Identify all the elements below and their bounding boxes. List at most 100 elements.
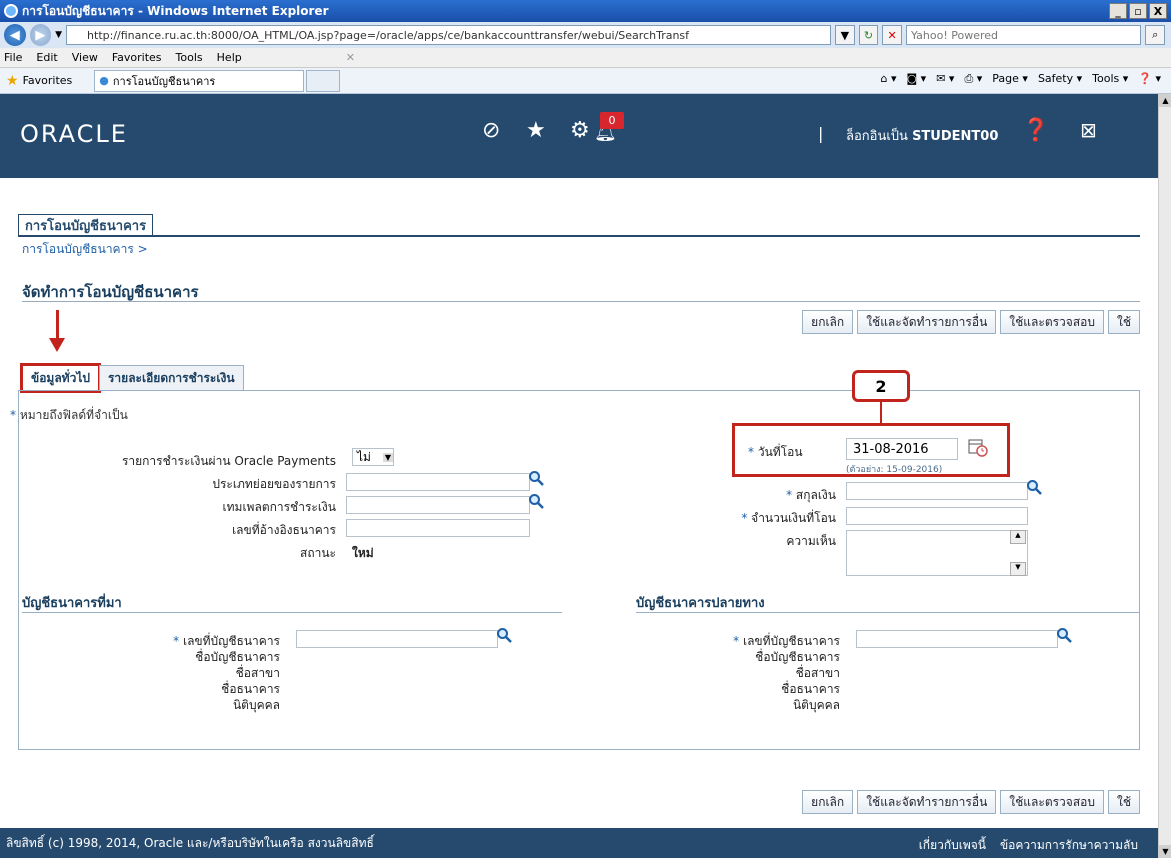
tab-bank-account-transfer[interactable]: การโอนบัญชีธนาคาร [18, 214, 154, 236]
page-menu[interactable]: Page ▾ [992, 72, 1028, 86]
about-page-link[interactable]: เกี่ยวกับเพจนี้ [919, 836, 986, 855]
menu-help[interactable]: Help [217, 51, 242, 64]
notification-badge: 0 [600, 112, 624, 129]
apply-create-another-button[interactable]: ใช้และจัดทำรายการอื่น [857, 310, 997, 334]
currency-label: * สกุลเงิน [730, 486, 836, 505]
dest-account-no-input[interactable] [856, 630, 1058, 648]
minimize-button[interactable]: _ [1109, 3, 1127, 19]
currency-label-text: สกุลเงิน [795, 488, 836, 502]
oracle-payments-select[interactable]: ไม่ ▼ [352, 448, 394, 466]
favorites-button[interactable]: Favorites [23, 74, 73, 87]
back-button[interactable]: ◀ [4, 24, 26, 46]
scroll-down-arrow-icon[interactable]: ▼ [1159, 845, 1171, 858]
url-dropdown-button[interactable]: ▼ [835, 25, 855, 45]
history-dropdown-icon[interactable]: ▼ [55, 30, 62, 40]
source-account-no-input[interactable] [296, 630, 498, 648]
mail-icon[interactable]: ✉ ▾ [936, 72, 954, 86]
menu-view[interactable]: View [72, 51, 98, 64]
tab-general-info[interactable]: ข้อมูลทั่วไป [20, 363, 101, 393]
subtabs: ข้อมูลทั่วไป รายละเอียดการชำระเงิน [20, 363, 244, 393]
amount-input[interactable] [846, 507, 1028, 525]
comment-scrollbar[interactable]: ▲ ▼ [1010, 530, 1026, 576]
template-search-icon[interactable] [528, 493, 544, 509]
menu-edit[interactable]: Edit [36, 51, 57, 64]
apply-validate-button[interactable]: ใช้และตรวจสอบ [1000, 310, 1104, 334]
search-input[interactable]: Yahoo! Powered [905, 25, 1142, 45]
oracle-header: ORACLE ⊘ ★ ⚙ 🔔︎ 0 | ล็อกอินเป็น STUDENT0… [0, 94, 1158, 178]
close-window-button[interactable]: X [1149, 3, 1167, 19]
forward-button[interactable]: ▶ [29, 24, 52, 46]
page-scrollbar[interactable]: ▲ ▼ [1158, 94, 1171, 858]
home-icon[interactable]: ⌂ ▾ [880, 72, 896, 86]
print-icon[interactable]: ⎙ ▾ [964, 72, 982, 86]
required-note-text: หมายถึงฟิลด์ที่จำเป็น [19, 408, 128, 422]
navigator-icon[interactable]: ⊘ [482, 118, 500, 143]
browser-tab[interactable]: ● การโอนบัญชีธนาคาร [94, 69, 305, 92]
subtype-search-icon[interactable] [528, 470, 544, 486]
privacy-link[interactable]: ข้อความการรักษาความลับ [1000, 836, 1138, 855]
help-circle-icon[interactable]: ❓ [1022, 118, 1049, 143]
dest-entity-label: นิติบุคคล [792, 698, 840, 712]
command-bar: ⌂ ▾ ◙ ▾ ✉ ▾ ⎙ ▾ Page ▾ Safety ▾ Tools ▾ … [880, 72, 1161, 86]
transfer-date-hint: (ตัวอย่าง: 15-09-2016) [846, 465, 943, 475]
transfer-date-input[interactable]: 31-08-2016 [846, 438, 958, 460]
url-input[interactable]: http://finance.ru.ac.th:8000/OA_HTML/OA.… [66, 25, 832, 45]
source-account-search-icon[interactable] [496, 627, 512, 643]
bank-ref-input[interactable] [346, 519, 530, 537]
menu-tools[interactable]: Tools [176, 51, 203, 64]
menu-favorites[interactable]: Favorites [112, 51, 162, 64]
apply-button[interactable]: ใช้ [1107, 310, 1140, 334]
dest-account-heading: บัญชีธนาคารปลายทาง [636, 596, 765, 611]
stop-icon[interactable]: ✕ [882, 25, 902, 45]
logout-icon[interactable]: ⊠ [1080, 118, 1097, 142]
logged-in-prefix: ล็อกอินเป็น [846, 129, 908, 144]
step-callout: 2 [852, 370, 910, 402]
cancel-button-bottom[interactable]: ยกเลิก [802, 790, 854, 814]
calendar-icon[interactable] [968, 437, 988, 457]
scroll-up-arrow-icon[interactable]: ▲ [1159, 94, 1171, 107]
dest-account-no-text: เลขที่บัญชีธนาคาร [742, 634, 840, 648]
feeds-icon[interactable]: ◙ ▾ [907, 72, 927, 86]
currency-search-icon[interactable] [1026, 479, 1042, 495]
dest-section-divider [636, 612, 1140, 613]
footer-links: เกี่ยวกับเพจนี้ ข้อความการรักษาความลับ [919, 836, 1138, 855]
safety-menu[interactable]: Safety ▾ [1038, 72, 1082, 86]
breadcrumb[interactable]: การโอนบัญชีธนาคาร > [22, 240, 148, 259]
maximize-button[interactable]: ▫ [1129, 3, 1147, 19]
template-input[interactable] [346, 496, 530, 514]
page-content: การโอนบัญชีธนาคาร การโอนบัญชีธนาคาร > จั… [0, 178, 1158, 828]
scroll-up-icon[interactable]: ▲ [1010, 530, 1026, 544]
top-button-row: ยกเลิก ใช้และจัดทำรายการอื่น ใช้และตรวจส… [802, 310, 1140, 334]
search-go-icon[interactable]: ⌕ [1145, 25, 1165, 45]
tools-menu[interactable]: Tools ▾ [1092, 72, 1128, 86]
apply-validate-button-bottom[interactable]: ใช้และตรวจสอบ [1000, 790, 1104, 814]
apply-button-bottom[interactable]: ใช้ [1107, 790, 1140, 814]
browser-tab-title: การโอนบัญชีธนาคาร [112, 74, 216, 88]
subtype-input[interactable] [346, 473, 530, 491]
comment-textarea[interactable] [846, 530, 1028, 576]
page-footer: ลิขสิทธิ์ (c) 1998, 2014, Oracle และ/หรื… [0, 828, 1158, 858]
scroll-down-icon[interactable]: ▼ [1010, 562, 1026, 576]
cancel-button[interactable]: ยกเลิก [802, 310, 854, 334]
menu-file[interactable]: File [4, 51, 22, 64]
settings-gear-icon[interactable]: ⚙ [570, 118, 590, 143]
close-menubar-icon[interactable]: ✕ [346, 51, 355, 64]
source-account-heading: บัญชีธนาคารที่มา [22, 596, 122, 611]
currency-input[interactable] [846, 482, 1028, 500]
apply-create-another-button-bottom[interactable]: ใช้และจัดทำรายการอื่น [857, 790, 997, 814]
required-asterisk: * [10, 408, 16, 422]
header-separator: | [818, 124, 824, 143]
favorites-icon[interactable]: ★ [526, 118, 546, 143]
help-icon[interactable]: ❓ ▾ [1138, 72, 1161, 86]
dest-account-search-icon[interactable] [1056, 627, 1072, 643]
required-asterisk: * [733, 634, 740, 648]
oracle-payments-label: รายการชำระเงินผ่าน Oracle Payments [121, 454, 336, 468]
transfer-date-label: * วันที่โอน [748, 443, 803, 462]
required-asterisk: * [173, 634, 180, 648]
window-controls: _ ▫ X [1109, 3, 1167, 19]
refresh-icon[interactable]: ↻ [858, 25, 879, 45]
tab-payment-details[interactable]: รายละเอียดการชำระเงิน [98, 365, 244, 391]
source-section-divider [22, 612, 562, 613]
copyright-text: ลิขสิทธิ์ (c) 1998, 2014, Oracle และ/หรื… [6, 835, 374, 850]
new-tab-button[interactable] [306, 69, 341, 92]
